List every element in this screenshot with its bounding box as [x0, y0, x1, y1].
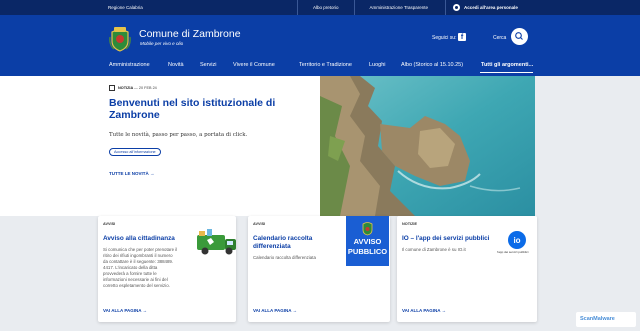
- site-header: Comune di Zambrone Mobile per vivo e oli…: [0, 15, 640, 58]
- badge-line: AVVISO: [353, 237, 382, 246]
- card-title[interactable]: IO – l'app dei servizi pubblici: [402, 235, 489, 243]
- card-more-link[interactable]: VAI ALLA PAGINA: [103, 308, 147, 313]
- search-button[interactable]: [511, 28, 528, 45]
- search-label: Cerca: [493, 35, 507, 41]
- card-kicker: NOTIZIE: [402, 222, 417, 226]
- region-link[interactable]: Regione Calabria: [108, 5, 143, 10]
- news-date: — 20 FEB 24: [134, 86, 157, 90]
- card-more-link[interactable]: VAI ALLA PAGINA: [402, 308, 446, 313]
- search-icon: [515, 32, 523, 40]
- all-news-label: TUTTE LE NOVITÀ: [109, 171, 149, 176]
- nav-luoghi[interactable]: Luoghi: [369, 62, 386, 68]
- nav-servizi[interactable]: Servizi: [200, 62, 217, 68]
- avviso-pubblico-badge: AVVISO PUBBLICO: [346, 216, 389, 266]
- amministrazione-trasparente-link[interactable]: Amministrazione Trasparente: [353, 0, 444, 15]
- site-title[interactable]: Comune di Zambrone: [139, 28, 241, 40]
- card-kicker: AVVISI: [103, 222, 116, 226]
- garbage-truck-illustration: [197, 229, 236, 255]
- all-news-link[interactable]: TUTTE LE NOVITÀ →: [109, 171, 155, 176]
- hero-title[interactable]: Benvenuti nel sito istituzionale di Zamb…: [109, 97, 309, 121]
- facebook-icon[interactable]: f: [458, 33, 466, 41]
- site-subtitle: Mobile per vivo e olio: [140, 41, 184, 46]
- card-text-line: Calendario raccolta differenziata: [253, 255, 316, 260]
- nav-albo[interactable]: Albo (Storico al 15.10.25): [401, 62, 463, 68]
- main-nav: Amministrazione Novità Servizi Vivere il…: [0, 58, 640, 76]
- coat-of-arms-icon[interactable]: [108, 25, 132, 52]
- nav-vivere-il-comune[interactable]: Vivere il Comune: [233, 62, 275, 68]
- top-links: Albo pretorio Amministrazione Trasparent…: [297, 0, 443, 15]
- card-title-line[interactable]: differenziata: [253, 243, 291, 251]
- top-utility-bar: Regione Calabria Albo pretorio Amministr…: [0, 0, 640, 15]
- io-logo-caption: l'app dei servizi pubblici: [497, 250, 529, 254]
- nav-amministrazione[interactable]: Amministrazione: [109, 62, 150, 68]
- hero-image: [320, 76, 535, 216]
- card-text-line: Il comune di Zambrone è su IO.it: [402, 247, 466, 252]
- arrow-right-icon: →: [150, 171, 155, 176]
- svg-text:io: io: [513, 236, 520, 245]
- scanmalware-watermark: ScanMalware: [576, 312, 636, 327]
- card-text-line: corretto espletamento del servizio.: [103, 283, 170, 288]
- social-label: Seguici su:: [432, 35, 457, 41]
- user-icon: [453, 4, 460, 11]
- nav-novita[interactable]: Novità: [168, 62, 184, 68]
- town-crest-icon: [362, 222, 373, 236]
- login-button[interactable]: Accedi all'area personale: [445, 0, 530, 15]
- albo-pretorio-link[interactable]: Albo pretorio: [297, 0, 354, 15]
- card-more-link[interactable]: VAI ALLA PAGINA: [253, 308, 297, 313]
- calendar-icon: [109, 85, 115, 91]
- nav-all-topics[interactable]: Tutti gli argomenti...: [479, 62, 534, 73]
- news-tag: NOTIZIA: [118, 86, 134, 90]
- login-label: Accedi all'area personale: [464, 5, 518, 10]
- card-title-line[interactable]: Calendario raccolta: [253, 235, 312, 243]
- hero-description: Tutte le novità, passo per passo, a port…: [109, 132, 248, 138]
- badge-line: PUBBLICO: [347, 247, 388, 256]
- card-kicker: AVVISI: [253, 222, 266, 226]
- hero-topic-chip[interactable]: Accesso all'informazione: [109, 148, 161, 156]
- card-title[interactable]: Avviso alla cittadinanza: [103, 235, 175, 243]
- nav-territorio[interactable]: Territorio e Tradizione: [299, 62, 352, 68]
